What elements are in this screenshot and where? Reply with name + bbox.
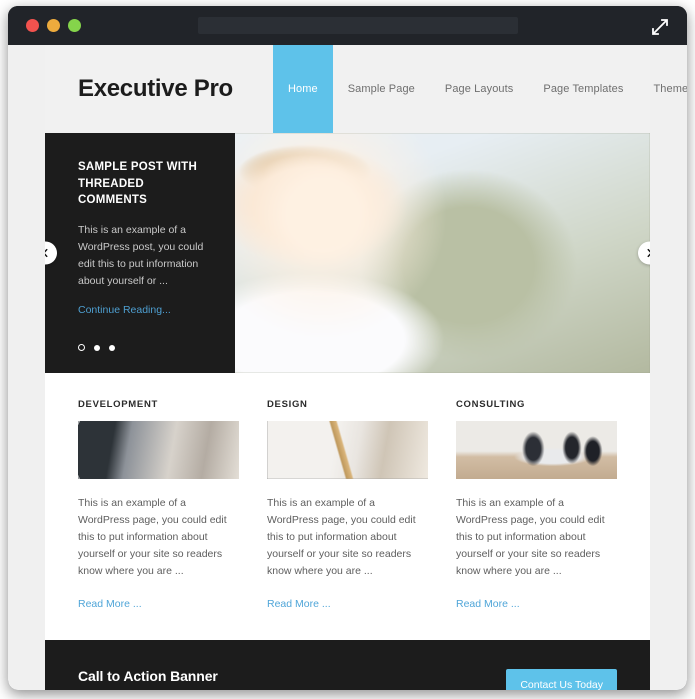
feature-read-more-link[interactable]: Read More ... [267, 598, 331, 610]
site-header: Executive Pro Home Sample Page Page Layo… [45, 45, 687, 133]
nav-item-theme-colors[interactable]: Theme Colors [638, 45, 687, 133]
feature-body: This is an example of a WordPress page, … [78, 497, 227, 577]
feature-title: DESIGN [267, 399, 308, 410]
nav-item-sample-page[interactable]: Sample Page [333, 45, 430, 133]
hero-slide-caption: SAMPLE POST WITH THREADED COMMENTS This … [45, 133, 235, 373]
nav-item-page-layouts[interactable]: Page Layouts [430, 45, 528, 133]
close-window-button[interactable] [26, 19, 39, 32]
feature-body: This is an example of a WordPress page, … [456, 497, 605, 577]
site-title[interactable]: Executive Pro [78, 75, 273, 103]
feature-column-development: DEVELOPMENT This is an example of a Word… [78, 399, 239, 612]
feature-read-more-link[interactable]: Read More ... [456, 598, 520, 610]
nav-item-page-templates[interactable]: Page Templates [528, 45, 638, 133]
feature-image-development [78, 421, 239, 479]
hero-slider: SAMPLE POST WITH THREADED COMMENTS This … [45, 133, 650, 373]
primary-navigation: Home Sample Page Page Layouts Page Templ… [273, 45, 687, 133]
minimize-window-button[interactable] [47, 19, 60, 32]
expand-arrows-icon[interactable] [649, 16, 671, 36]
continue-reading-link[interactable]: Continue Reading... [78, 304, 171, 316]
feature-column-consulting: CONSULTING This is an example of a WordP… [456, 399, 617, 612]
nav-item-home[interactable]: Home [273, 45, 333, 133]
chevron-left-icon [45, 248, 48, 258]
cta-text-block: Call to Action Banner Here's a great pla… [78, 668, 506, 691]
browser-window: Executive Pro Home Sample Page Page Layo… [8, 6, 687, 690]
feature-title: DEVELOPMENT [78, 399, 159, 410]
site-wrapper: Executive Pro Home Sample Page Page Layo… [45, 45, 687, 690]
slider-dot-3[interactable] [109, 344, 115, 351]
contact-us-today-button[interactable]: Contact Us Today [506, 669, 617, 690]
feature-body: This is an example of a WordPress page, … [267, 497, 416, 577]
feature-title: CONSULTING [456, 399, 526, 410]
slider-dot-2[interactable] [94, 344, 100, 351]
browser-titlebar [8, 6, 687, 45]
maximize-window-button[interactable] [68, 19, 81, 32]
feature-image-consulting [456, 421, 617, 479]
hero-slide-title: SAMPLE POST WITH THREADED COMMENTS [78, 161, 197, 207]
cta-title: Call to Action Banner [78, 667, 218, 684]
window-controls [26, 19, 81, 32]
feature-read-more-link[interactable]: Read More ... [78, 598, 142, 610]
slider-pagination [78, 344, 115, 351]
feature-columns: DEVELOPMENT This is an example of a Word… [45, 373, 650, 640]
feature-column-design: DESIGN This is an example of a WordPress… [267, 399, 428, 612]
call-to-action-banner: Call to Action Banner Here's a great pla… [45, 640, 650, 690]
chevron-right-icon [647, 248, 650, 258]
feature-image-design [267, 421, 428, 479]
page-viewport: Executive Pro Home Sample Page Page Layo… [8, 45, 687, 690]
hero-slide-excerpt: This is an example of a WordPress post, … [78, 224, 204, 288]
address-bar-input[interactable] [198, 17, 518, 34]
slider-dot-1[interactable] [78, 344, 85, 351]
